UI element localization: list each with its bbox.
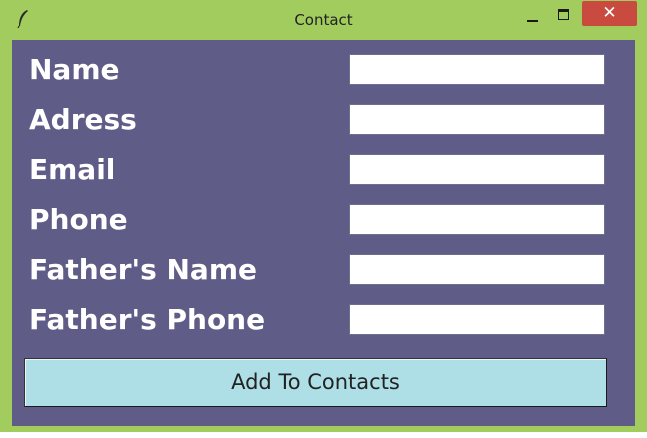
form-panel: Name Adress Email Phone Father's Name Fa… xyxy=(12,40,635,426)
phone-input[interactable] xyxy=(349,204,605,235)
minimize-button[interactable] xyxy=(519,6,547,28)
field-row-name: Name xyxy=(12,50,635,90)
field-row-address: Adress xyxy=(12,100,635,140)
name-label: Name xyxy=(29,53,120,86)
field-row-father-name: Father's Name xyxy=(12,250,635,290)
field-row-phone: Phone xyxy=(12,200,635,240)
phone-label: Phone xyxy=(29,203,128,236)
title-bar[interactable]: Contact ✕ xyxy=(0,0,647,38)
father-phone-label: Father's Phone xyxy=(29,303,266,336)
father-name-input[interactable] xyxy=(349,254,605,285)
add-to-contacts-button[interactable]: Add To Contacts xyxy=(24,358,607,407)
email-input[interactable] xyxy=(349,154,605,185)
address-input[interactable] xyxy=(349,104,605,135)
field-row-father-phone: Father's Phone xyxy=(12,300,635,340)
contact-window: Contact ✕ Name Adress Email Phone Father… xyxy=(0,0,647,432)
father-phone-input[interactable] xyxy=(349,304,605,335)
desktop-strip xyxy=(0,432,647,438)
maximize-button[interactable] xyxy=(550,6,578,28)
address-label: Adress xyxy=(29,103,137,136)
close-button[interactable]: ✕ xyxy=(582,1,637,26)
field-row-email: Email xyxy=(12,150,635,190)
email-label: Email xyxy=(29,153,116,186)
name-input[interactable] xyxy=(349,54,605,85)
father-name-label: Father's Name xyxy=(29,253,257,286)
